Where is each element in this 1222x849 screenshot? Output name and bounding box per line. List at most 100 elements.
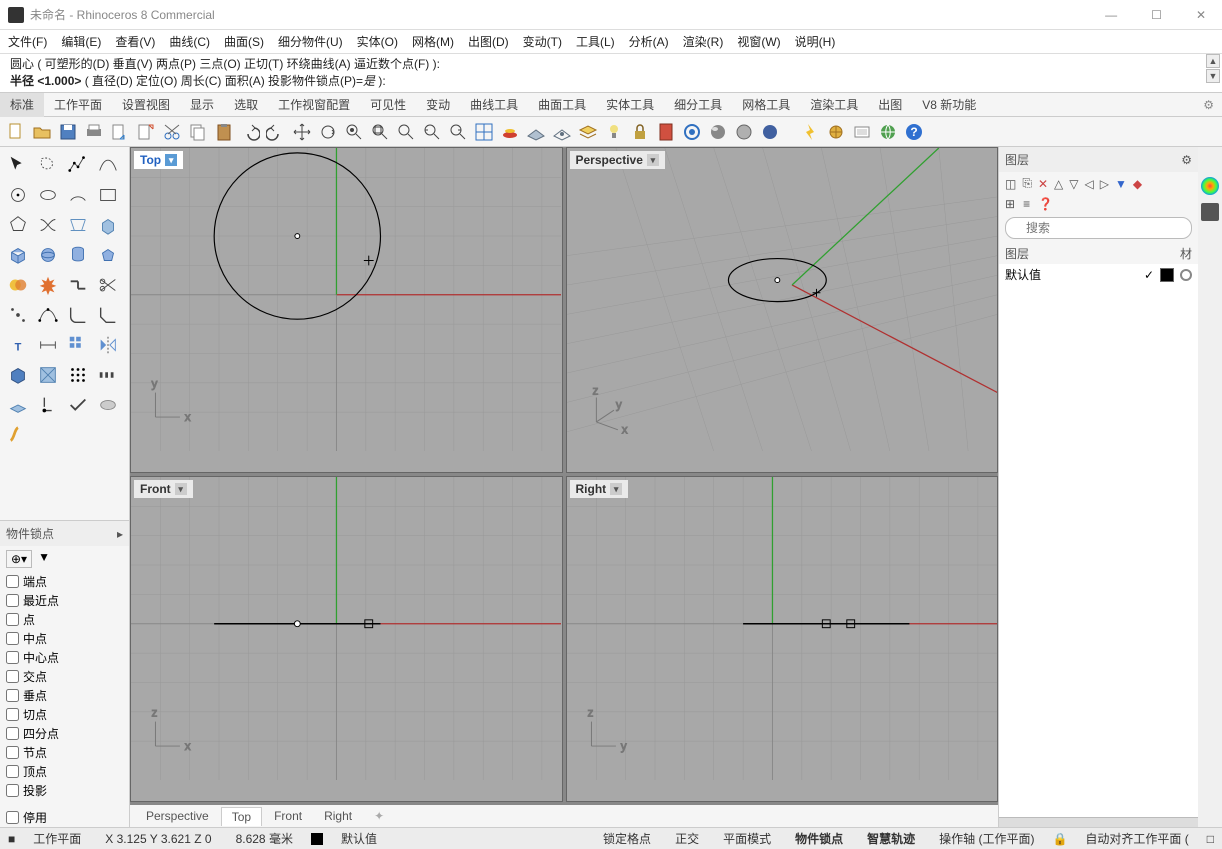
- set-cplane-icon[interactable]: [524, 120, 548, 144]
- close-button[interactable]: ✕: [1188, 4, 1214, 26]
- status-gridsnap[interactable]: 锁定格点: [597, 830, 657, 847]
- sphere-tool-icon[interactable]: [34, 241, 62, 269]
- status-autocplane[interactable]: 自动对齐工作平面 (: [1079, 830, 1194, 847]
- cmd-scroll-down-icon[interactable]: ▼: [1206, 69, 1220, 83]
- osnap-perp-checkbox[interactable]: [6, 689, 19, 702]
- vptab-right[interactable]: Right: [314, 807, 362, 825]
- arc-tool-icon[interactable]: [64, 181, 92, 209]
- layer-new-icon[interactable]: ◫: [1005, 177, 1016, 191]
- status-planar[interactable]: 平面模式: [717, 830, 777, 847]
- curve-tool-icon[interactable]: [94, 151, 122, 179]
- tab-rendertools[interactable]: 渲染工具: [800, 93, 868, 117]
- osnap-disable-checkbox[interactable]: [6, 811, 19, 824]
- osnap-tan-checkbox[interactable]: [6, 708, 19, 721]
- status-cplane[interactable]: 工作平面: [27, 830, 87, 847]
- osnap-filter-icon[interactable]: ▼: [38, 550, 50, 568]
- menu-file[interactable]: 文件(F): [8, 33, 47, 50]
- tab-curvetools[interactable]: 曲线工具: [460, 93, 528, 117]
- tab-visibility[interactable]: 可见性: [360, 93, 416, 117]
- status-ortho[interactable]: 正交: [669, 830, 705, 847]
- cmd-scroll-up-icon[interactable]: ▲: [1206, 54, 1220, 68]
- hide-icon[interactable]: [824, 120, 848, 144]
- points-on-icon[interactable]: [34, 301, 62, 329]
- redo-icon[interactable]: [264, 120, 288, 144]
- tab-display[interactable]: 显示: [180, 93, 224, 117]
- cut-icon[interactable]: [160, 120, 184, 144]
- menu-subd[interactable]: 细分物件(U): [278, 33, 343, 50]
- fillet-icon[interactable]: [64, 301, 92, 329]
- tab-meshtools[interactable]: 网格工具: [732, 93, 800, 117]
- layer-current-icon[interactable]: ✓: [1144, 268, 1154, 282]
- solid-box-icon[interactable]: [4, 361, 32, 389]
- vptab-perspective[interactable]: Perspective: [136, 807, 219, 825]
- boolean-icon[interactable]: [4, 271, 32, 299]
- menu-curve[interactable]: 曲线(C): [169, 33, 210, 50]
- new-icon[interactable]: [4, 120, 28, 144]
- viewport-front[interactable]: Front▾ xz: [130, 476, 563, 802]
- layer-right-icon[interactable]: ▷: [1100, 177, 1109, 191]
- point-tool-icon[interactable]: [4, 301, 32, 329]
- tab-setview[interactable]: 设置视图: [112, 93, 180, 117]
- menu-surface[interactable]: 曲面(S): [224, 33, 264, 50]
- move-icon[interactable]: [290, 120, 314, 144]
- trim-icon[interactable]: [94, 271, 122, 299]
- tab-subdtools[interactable]: 细分工具: [664, 93, 732, 117]
- help-icon[interactable]: ?: [902, 120, 926, 144]
- circle-tool-icon[interactable]: [4, 181, 32, 209]
- osnap-vertex-checkbox[interactable]: [6, 765, 19, 778]
- layer-icon[interactable]: [576, 120, 600, 144]
- explode-icon[interactable]: [34, 271, 62, 299]
- rotate-icon[interactable]: [316, 120, 340, 144]
- menu-tools[interactable]: 工具(L): [576, 33, 615, 50]
- tab-drafting[interactable]: 出图: [868, 93, 912, 117]
- menu-render[interactable]: 渲染(R): [683, 33, 724, 50]
- extrude-icon[interactable]: [94, 211, 122, 239]
- layer-tools-icon[interactable]: ◆: [1133, 177, 1142, 191]
- status-lock-icon[interactable]: 🔒: [1052, 832, 1067, 846]
- layer-sublayer-icon[interactable]: ⎘: [1022, 176, 1032, 191]
- osnap-int-checkbox[interactable]: [6, 670, 19, 683]
- osnap-quad-checkbox[interactable]: [6, 727, 19, 740]
- layers-gear-icon[interactable]: ⚙: [1181, 153, 1192, 167]
- tab-surfacetools[interactable]: 曲面工具: [528, 93, 596, 117]
- layer-help-icon[interactable]: ❓: [1038, 197, 1053, 211]
- viewport-front-menu-icon[interactable]: ▾: [175, 483, 187, 495]
- tab-viewport[interactable]: 工作视窗配置: [268, 93, 360, 117]
- status-record-icon[interactable]: ■: [8, 832, 15, 846]
- document-properties-icon[interactable]: [654, 120, 678, 144]
- ellipse-tool-icon[interactable]: [34, 181, 62, 209]
- osnap-mid-checkbox[interactable]: [6, 632, 19, 645]
- join-icon[interactable]: [64, 271, 92, 299]
- web-icon[interactable]: [876, 120, 900, 144]
- vptab-top[interactable]: Top: [221, 807, 262, 826]
- viewport-perspective-menu-icon[interactable]: ▾: [647, 154, 659, 166]
- render-icon[interactable]: [706, 120, 730, 144]
- layer-grid-icon[interactable]: ⊞: [1005, 197, 1015, 211]
- redo-view-icon[interactable]: [446, 120, 470, 144]
- vptab-front[interactable]: Front: [264, 807, 312, 825]
- osnap-project-checkbox[interactable]: [6, 784, 19, 797]
- rectangle-tool-icon[interactable]: [94, 181, 122, 209]
- shade-selected-icon[interactable]: [758, 120, 782, 144]
- menu-help[interactable]: 说明(H): [795, 33, 836, 50]
- layers-scrollbar[interactable]: [999, 817, 1198, 827]
- viewport-perspective-label[interactable]: Perspective▾: [570, 151, 665, 169]
- viewport-top-label[interactable]: Top▾: [134, 151, 183, 169]
- dimension-tool-icon[interactable]: [34, 331, 62, 359]
- layer-up-icon[interactable]: △: [1054, 177, 1063, 191]
- menu-mesh[interactable]: 网格(M): [412, 33, 454, 50]
- status-osnap[interactable]: 物件锁点: [789, 830, 849, 847]
- print-icon[interactable]: [82, 120, 106, 144]
- viewport-perspective[interactable]: Perspective▾ xyz: [566, 147, 999, 473]
- osnap-options-icon[interactable]: ⊕▾: [6, 550, 32, 568]
- vptab-add-icon[interactable]: ✦: [364, 807, 394, 825]
- check-icon[interactable]: [64, 391, 92, 419]
- linear-array-icon[interactable]: [94, 361, 122, 389]
- copy-icon[interactable]: [186, 120, 210, 144]
- osnap-knot-checkbox[interactable]: [6, 746, 19, 759]
- import-icon[interactable]: [108, 120, 132, 144]
- viewport-top[interactable]: Top▾ xy: [130, 147, 563, 473]
- show-icon[interactable]: [850, 120, 874, 144]
- sidetab-display-icon[interactable]: [1201, 203, 1219, 221]
- tab-solidtools[interactable]: 实体工具: [596, 93, 664, 117]
